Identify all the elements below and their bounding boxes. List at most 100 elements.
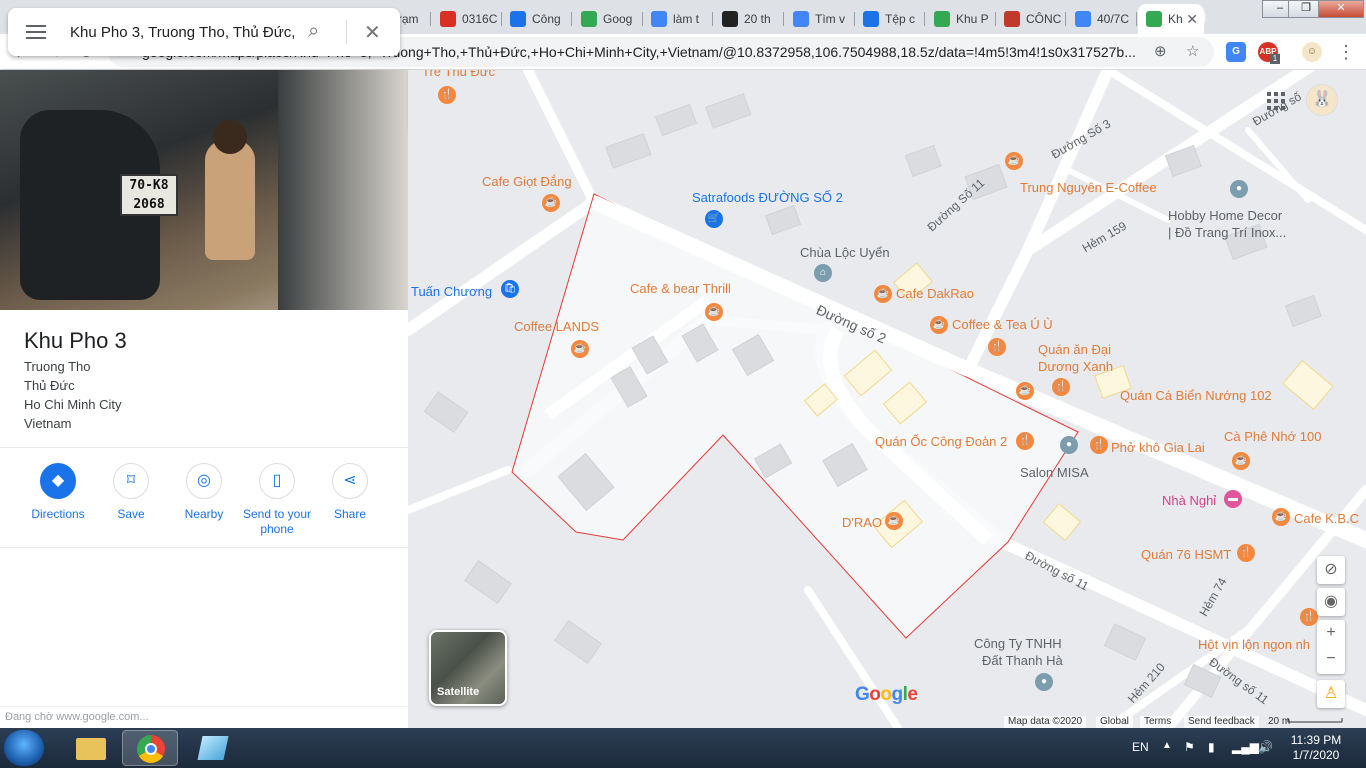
show-hidden-icons[interactable]: ▲ (1162, 740, 1172, 751)
poi-label[interactable]: Tre Thủ Đức (422, 70, 495, 79)
profile-icon[interactable]: ☺ (1302, 42, 1322, 62)
pegman-icon[interactable]: ♙ (1317, 680, 1345, 708)
global-link[interactable]: Global (1096, 716, 1133, 728)
poi-label[interactable]: Quán Ốc Công Đoàn 2 (875, 434, 1007, 449)
nearby-button[interactable]: ◎ Nearby (167, 463, 241, 522)
tab-10[interactable]: làm t (643, 4, 713, 34)
zoom-out-button[interactable]: − (1317, 646, 1345, 672)
volume-icon[interactable]: 🔊 (1258, 740, 1273, 754)
directions-button[interactable]: ◆ Directions (21, 463, 95, 522)
poi-label[interactable]: D'RAO (842, 515, 882, 530)
save-button[interactable]: ⌑ Save (94, 463, 168, 522)
cafe-pin-icon[interactable]: ☕ (885, 512, 903, 530)
tab-16[interactable]: 40/7C (1067, 4, 1137, 34)
poi-label[interactable]: Dương Xanh (1038, 359, 1113, 374)
restaurant-pin-icon[interactable]: 🍴 (1052, 378, 1070, 396)
file-explorer-icon[interactable] (62, 730, 118, 766)
cafe-pin-icon[interactable]: ☕ (542, 194, 560, 212)
cafe-pin-icon[interactable]: ☕ (874, 285, 892, 303)
poi-label[interactable]: Coffee LANDS (514, 319, 599, 334)
language-indicator[interactable]: EN (1132, 740, 1149, 754)
cafe-pin-icon[interactable]: ☕ (1016, 382, 1034, 400)
poi-label[interactable]: Nhà Nghỉ (1162, 493, 1216, 508)
action-center-icon[interactable]: ⚑ (1184, 740, 1195, 754)
poi-label[interactable]: t Tuấn Chương (408, 284, 492, 299)
network-icon[interactable]: ▂▄▆ (1232, 740, 1259, 754)
poi-label[interactable]: Cafe K.B.C (1294, 511, 1359, 526)
poi-label[interactable]: Hột vịn lộn ngon nh (1198, 637, 1310, 652)
poi-label[interactable]: Satrafoods ĐƯỜNG SỐ 2 (692, 190, 843, 205)
share-button[interactable]: ⋖ Share (313, 463, 387, 522)
temple-pin-icon[interactable]: ⌂ (814, 264, 832, 282)
poi-label[interactable]: Hobby Home Decor (1168, 208, 1282, 223)
poi-label[interactable]: Chùa Lộc Uyển (800, 245, 890, 260)
store-pin-icon[interactable]: 🛒 (705, 210, 723, 228)
cafe-pin-icon[interactable]: ☕ (571, 340, 589, 358)
hotel-pin-icon[interactable]: ▬ (1224, 490, 1242, 508)
close-icon[interactable]: ✕ (364, 20, 381, 45)
tab-15[interactable]: CÔNC (996, 4, 1066, 34)
place-photo[interactable]: 70-K8 2068 (0, 70, 408, 310)
account-avatar[interactable]: 🐰 (1306, 84, 1338, 116)
menu-icon[interactable]: ⋮ (1334, 40, 1358, 64)
restaurant-pin-icon[interactable]: 🍴 (1090, 436, 1108, 454)
restaurant-pin-icon[interactable]: 🍴 (988, 338, 1006, 356)
poi-label[interactable]: Đất Thanh Hà (982, 653, 1063, 668)
close-tab-icon[interactable]: ✕ (1186, 11, 1198, 28)
poi-label[interactable]: Quán Cá Biển Nướng 102 (1120, 388, 1272, 403)
star-icon[interactable]: ☆ (1186, 42, 1199, 60)
search-input[interactable] (70, 22, 298, 42)
shop-pin-icon[interactable]: 🛍 (501, 280, 519, 298)
restaurant-pin-icon[interactable]: 🍴 (1016, 432, 1034, 450)
tab-11[interactable]: 20 th (714, 4, 784, 34)
tab-12[interactable]: Tìm v (785, 4, 855, 34)
poi-label[interactable]: Trung Nguyên E-Coffee (1020, 180, 1157, 195)
zoom-in-button[interactable]: + (1317, 620, 1345, 646)
salon-pin-icon[interactable]: ● (1060, 436, 1078, 454)
cafe-pin-icon[interactable]: ☕ (1232, 452, 1250, 470)
search-icon[interactable]: ⌕ (308, 20, 319, 43)
cafe-pin-icon[interactable]: ☕ (1005, 152, 1023, 170)
cafe-pin-icon[interactable]: ☕ (930, 316, 948, 334)
translate-extension-icon[interactable]: G (1226, 42, 1246, 62)
cafe-pin-icon[interactable]: ☕ (1272, 508, 1290, 526)
poi-label[interactable]: Cafe & bear Thrill (630, 281, 731, 296)
poi-label[interactable]: Cà Phê Nhớ 100 (1224, 429, 1321, 444)
my-location-button[interactable]: ◉ (1317, 588, 1345, 616)
tab-13[interactable]: Tệp c (855, 4, 925, 34)
poi-label[interactable]: | Đồ Trang Trí Inox... (1168, 225, 1286, 240)
restaurant-pin-icon[interactable]: 🍴 (1300, 608, 1318, 626)
restaurant-pin-icon[interactable]: 🍴 (1237, 544, 1255, 562)
send-feedback-link[interactable]: Send feedback (1184, 716, 1259, 728)
poi-label[interactable]: Salon MISA (1020, 465, 1089, 480)
poi-label[interactable]: Công Ty TNHH (974, 636, 1062, 651)
company-pin-icon[interactable]: ● (1035, 673, 1053, 691)
poi-label[interactable]: Quán 76 HSMT (1141, 547, 1231, 562)
chrome-taskbar-icon[interactable] (122, 730, 178, 766)
cafe-pin-icon[interactable]: ☕ (705, 303, 723, 321)
tab-8[interactable]: Công (502, 4, 572, 34)
restaurant-pin-icon[interactable]: 🍴 (438, 86, 456, 104)
poi-label[interactable]: Cafe DakRao (896, 286, 974, 301)
poi-label[interactable]: Coffee & Tea Ú Ù (952, 317, 1053, 332)
tab-7[interactable]: 0316C (432, 4, 502, 34)
battery-icon[interactable]: ▮ (1208, 740, 1215, 754)
google-apps-icon[interactable] (1267, 92, 1285, 110)
send-to-phone-button[interactable]: ▯ Send to your phone (240, 463, 314, 537)
scale-label[interactable]: 20 m (1264, 716, 1294, 728)
close-window-button[interactable]: ✕ (1318, 0, 1364, 18)
notes-app-icon[interactable] (184, 730, 240, 766)
store-pin-icon[interactable]: ● (1230, 180, 1248, 198)
layer-toggle-button[interactable]: ⊘ (1317, 556, 1345, 584)
satellite-toggle[interactable]: Satellite (429, 630, 507, 706)
poi-label[interactable]: Quán ăn Đại (1038, 342, 1111, 357)
map-canvas[interactable]: 🍴 ☕ 🛒 ⌂ 🛍 ☕ ☕ ☕ ● ☕ ☕ 🍴 🍴 ☕ 🍴 🍴 ☕ ● ▬ ☕ … (408, 70, 1366, 728)
tab-9[interactable]: Goog (573, 4, 643, 34)
tab-14[interactable]: Khu P (926, 4, 996, 34)
poi-label[interactable]: Cafe Giọt Đắng (482, 174, 572, 189)
start-button[interactable] (4, 730, 44, 766)
system-clock[interactable]: 11:39 PM 1/7/2020 (1286, 733, 1346, 763)
add-icon[interactable]: ⊕ (1154, 42, 1167, 60)
terms-link[interactable]: Terms (1140, 716, 1176, 728)
poi-label[interactable]: Phở khô Gia Lai (1111, 440, 1205, 455)
